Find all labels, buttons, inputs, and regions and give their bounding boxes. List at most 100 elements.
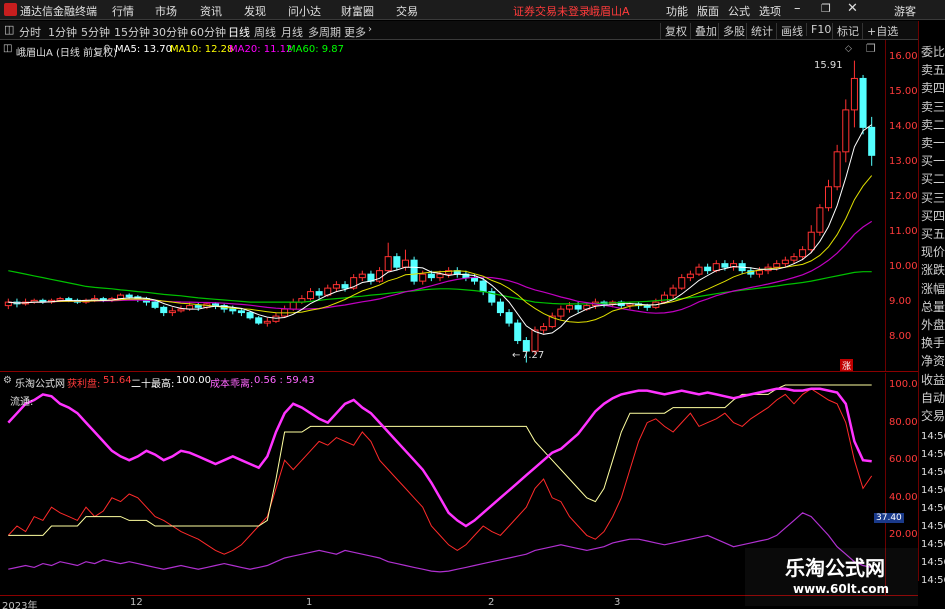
- side-item[interactable]: 卖五: [921, 61, 945, 79]
- side-item[interactable]: 14:56: [921, 518, 945, 536]
- ma5-line: [8, 124, 872, 335]
- menu-jiaoyi[interactable]: 交易: [396, 3, 418, 19]
- candle-body: [514, 322, 522, 342]
- indicator-menu-icon[interactable]: ⚙: [3, 375, 12, 386]
- candle-body: [332, 284, 340, 289]
- menu-gongshi[interactable]: 公式: [728, 3, 750, 19]
- sidebar-toggle-icon[interactable]: ◫: [4, 23, 14, 36]
- restore-pane-icon[interactable]: ❐: [866, 42, 876, 55]
- candle-body: [643, 305, 651, 308]
- side-item[interactable]: 14:56: [921, 536, 945, 554]
- btn-biaoji[interactable]: 标记: [832, 23, 859, 39]
- date-tick-3: 3: [614, 597, 621, 608]
- minimize-icon[interactable]: –: [794, 1, 801, 16]
- cost-deviation-low-line: [8, 512, 872, 573]
- side-item[interactable]: 买四: [921, 207, 945, 225]
- side-item[interactable]: 卖二: [921, 116, 945, 134]
- candle-body: [496, 301, 504, 314]
- menu-xuanxiang[interactable]: 选项: [759, 3, 781, 19]
- side-item[interactable]: 卖四: [921, 79, 945, 97]
- period-daily[interactable]: 日线: [228, 24, 250, 40]
- guest-label[interactable]: 游客: [894, 3, 916, 19]
- side-item[interactable]: 买一: [921, 152, 945, 170]
- side-item[interactable]: 买二: [921, 170, 945, 188]
- side-item[interactable]: 14:56: [921, 554, 945, 572]
- side-item[interactable]: 涨跌: [921, 261, 945, 279]
- menu-caifuquan[interactable]: 财富圈: [341, 3, 374, 19]
- side-item[interactable]: 买三: [921, 189, 945, 207]
- period-monthly[interactable]: 月线: [281, 24, 303, 40]
- candle-body: [721, 263, 729, 268]
- price-axis: 16.00 15.00 14.00 13.00 12.00 11.00 10.00 9.00 8…: [885, 40, 918, 372]
- menu-faxian[interactable]: 发现: [244, 3, 266, 19]
- indicator-cost-label: 成本乖离:: [210, 379, 254, 390]
- login-warning[interactable]: 证券交易未登录: [513, 3, 590, 19]
- period-multi[interactable]: 多周期: [308, 24, 341, 40]
- side-item[interactable]: 卖三: [921, 98, 945, 116]
- candle-body: [868, 126, 876, 156]
- side-item[interactable]: 收益: [921, 371, 945, 389]
- close-icon[interactable]: ✕: [847, 1, 858, 16]
- price-chart[interactable]: [0, 40, 885, 372]
- menu-bar: 通达信金融终端 行情 市场 资讯 发现 问小达 财富圈 交易 证券交易未登录 峨…: [0, 0, 945, 20]
- side-item[interactable]: 14:56: [921, 464, 945, 482]
- side-item[interactable]: 净资: [921, 352, 945, 370]
- candlestick-series: [4, 60, 876, 363]
- side-item[interactable]: 涨幅: [921, 280, 945, 298]
- btn-add-watchlist[interactable]: +自选: [862, 23, 898, 39]
- price-tick: 12.00: [889, 191, 918, 203]
- chevron-right-icon[interactable]: ›: [368, 24, 372, 35]
- btn-f10[interactable]: F10: [806, 23, 831, 36]
- btn-duogu[interactable]: 多股: [718, 23, 745, 39]
- candle-body: [168, 310, 176, 314]
- menu-gongneng[interactable]: 功能: [666, 3, 688, 19]
- candle-body: [125, 294, 133, 298]
- low-annotation: 7.27: [522, 350, 545, 361]
- candle-body: [704, 266, 712, 272]
- menu-hangqing[interactable]: 行情: [112, 3, 134, 19]
- side-item[interactable]: 外盘: [921, 316, 945, 334]
- side-item[interactable]: 14:56: [921, 428, 945, 446]
- side-item[interactable]: 委比: [921, 43, 945, 61]
- btn-huaxian[interactable]: 画线: [776, 23, 803, 39]
- candle-body: [540, 326, 548, 331]
- btn-tongji[interactable]: 统计: [746, 23, 773, 39]
- candle-body: [410, 259, 418, 282]
- side-item[interactable]: 买五: [921, 225, 945, 243]
- period-fenshi[interactable]: 分时: [19, 24, 41, 40]
- period-60min[interactable]: 60分钟: [190, 24, 226, 40]
- side-item[interactable]: 现价: [921, 243, 945, 261]
- period-30min[interactable]: 30分钟: [152, 24, 188, 40]
- side-item[interactable]: 换手: [921, 334, 945, 352]
- candle-body: [842, 109, 850, 153]
- btn-fuquan[interactable]: 复权: [660, 23, 687, 39]
- menu-wenxiaoda[interactable]: 问小达: [288, 3, 321, 19]
- menu-shichang[interactable]: 市场: [155, 3, 177, 19]
- side-item[interactable]: 14:56: [921, 482, 945, 500]
- candle-body: [306, 291, 315, 300]
- candle-body: [384, 256, 392, 272]
- candle-body: [246, 312, 254, 319]
- indicator-tick: 80.00: [889, 416, 918, 428]
- restore-icon[interactable]: ❐: [821, 2, 831, 15]
- side-item[interactable]: 14:56: [921, 572, 945, 590]
- menu-zixun[interactable]: 资讯: [200, 3, 222, 19]
- side-item[interactable]: 卖一: [921, 134, 945, 152]
- date-tick-2023: 2023年: [2, 601, 38, 609]
- candle-body: [557, 308, 565, 317]
- menu-banmian[interactable]: 版面: [697, 3, 719, 19]
- side-item[interactable]: 自动: [921, 389, 945, 407]
- period-weekly[interactable]: 周线: [254, 24, 276, 40]
- period-15min[interactable]: 15分钟: [114, 24, 150, 40]
- candle-body: [850, 77, 858, 111]
- side-item[interactable]: 14:56: [921, 500, 945, 518]
- side-item[interactable]: 14:56: [921, 446, 945, 464]
- side-item[interactable]: 交易: [921, 407, 945, 425]
- indicator-current-badge: 37.40: [874, 513, 904, 523]
- side-item[interactable]: 总量: [921, 298, 945, 316]
- period-5min[interactable]: 5分钟: [81, 24, 110, 40]
- candle-body: [505, 312, 513, 324]
- period-more[interactable]: 更多: [344, 24, 366, 40]
- btn-diejia[interactable]: 叠加: [690, 23, 717, 39]
- period-1min[interactable]: 1分钟: [48, 24, 77, 40]
